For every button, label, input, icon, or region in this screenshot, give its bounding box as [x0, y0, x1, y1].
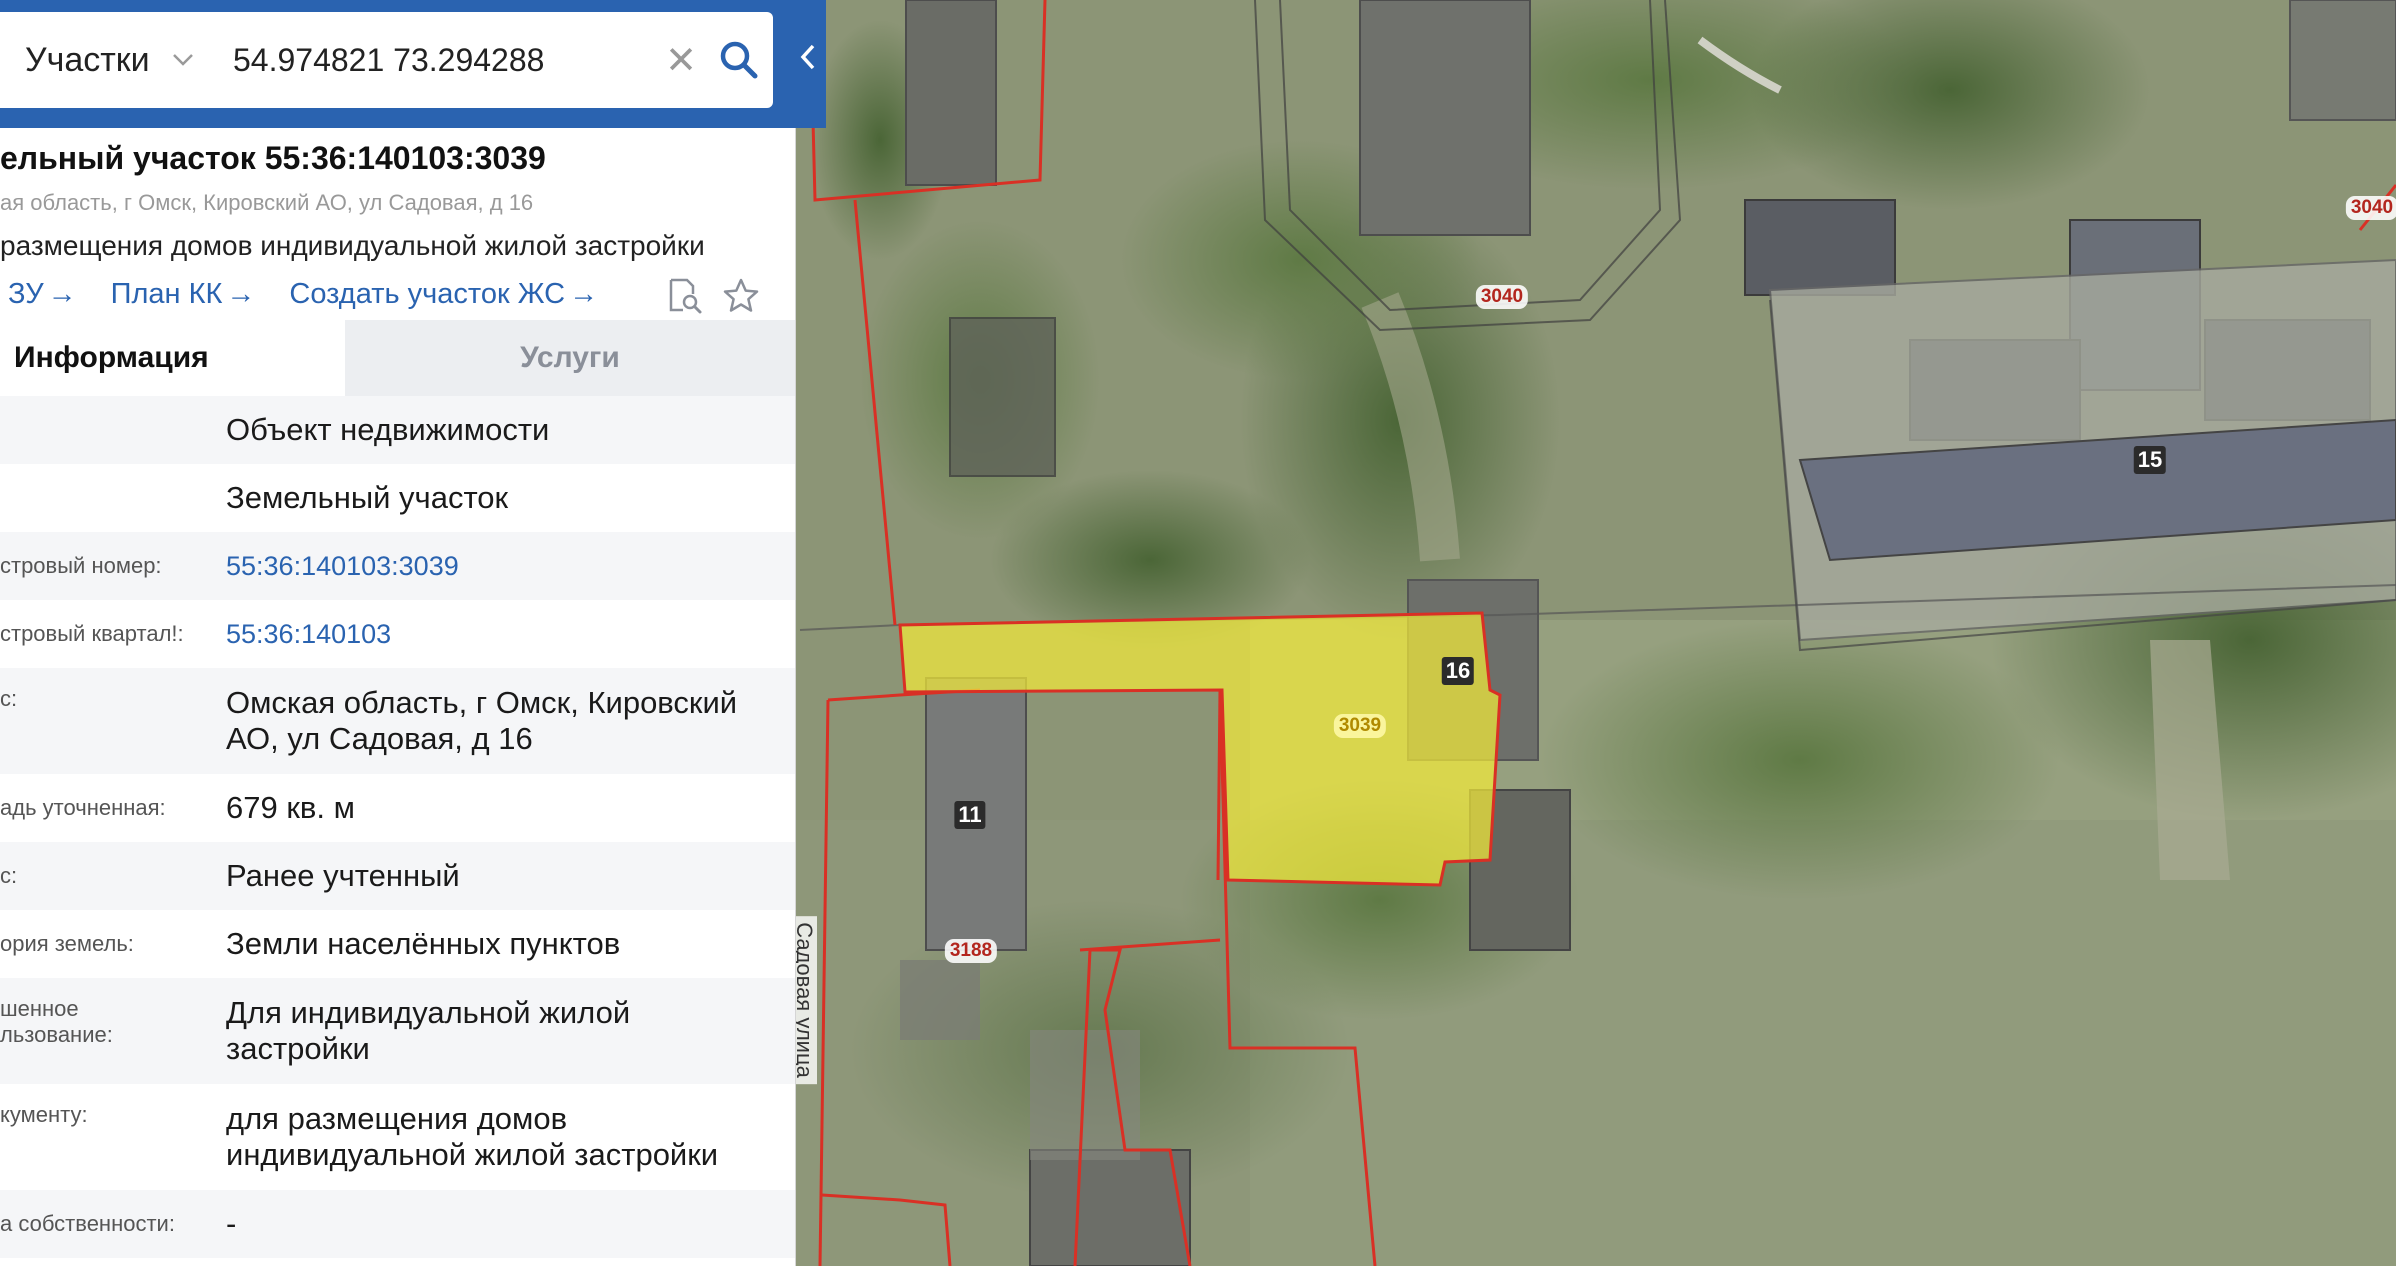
- info-row-cadastral-quarter: стровый квартал!: 55:36:140103: [0, 600, 795, 668]
- link-create-parcel-zhs[interactable]: Создать участок ЖС →: [289, 278, 598, 311]
- info-row-land-category: ория земель: Земли населённых пунктов: [0, 910, 795, 978]
- info-key: стровый номер:: [0, 553, 162, 578]
- info-value: -: [226, 1206, 237, 1241]
- action-links: ЗУ → План КК → Создать участок ЖС →: [8, 278, 632, 311]
- cadastral-quarter-link[interactable]: 55:36:140103: [226, 616, 795, 652]
- parcel-address: ая область, г Омск, Кировский АО, ул Сад…: [0, 190, 534, 215]
- info-value: для размещения домов индивидуальной жило…: [226, 1101, 719, 1172]
- link-zu[interactable]: ЗУ →: [8, 278, 77, 311]
- info-value: Ранее учтенный: [226, 858, 460, 893]
- panel-tabs: Информация Услуги: [0, 320, 795, 396]
- house-number-16: 16: [1441, 657, 1475, 685]
- info-key: ория земель:: [0, 931, 134, 956]
- info-row-ownership: а собственности: -: [0, 1190, 795, 1258]
- info-row-document-use: кументу: для размещения домов индивидуал…: [0, 1084, 795, 1190]
- info-value: Для индивидуальной жилой застройки: [226, 995, 631, 1066]
- parcel-label-3040[interactable]: 3040: [1475, 285, 1529, 309]
- info-row-area: адь уточненная: 679 кв. м: [0, 774, 795, 842]
- info-value: 679 кв. м: [226, 790, 355, 825]
- parcel-purpose: размещения домов индивидуальной жилой за…: [0, 230, 705, 261]
- info-row-cadastral-number: стровый номер: 55:36:140103:3039: [0, 532, 795, 600]
- info-value: Омская область, г Омск, Кировский АО, ул…: [226, 685, 738, 756]
- search-bar: Участки ✕: [0, 0, 826, 128]
- parcel-label-3040-east[interactable]: 3040: [2345, 196, 2396, 220]
- search-icon[interactable]: [717, 38, 761, 82]
- parcel-label-3188[interactable]: 3188: [944, 939, 998, 963]
- info-value: Земельный участок: [226, 480, 509, 515]
- clear-icon[interactable]: ✕: [663, 38, 699, 83]
- link-plan-kk[interactable]: План КК →: [111, 278, 256, 311]
- info-row-status: с: Ранее учтенный: [0, 842, 795, 910]
- house-number-15: 15: [2133, 446, 2167, 474]
- action-icons: [665, 276, 777, 316]
- parcel-label-3039[interactable]: 3039: [1333, 714, 1387, 738]
- chevron-down-icon: [172, 47, 194, 73]
- info-key: с:: [0, 686, 18, 711]
- document-search-icon[interactable]: [665, 276, 705, 316]
- info-row-permitted-use: шенное льзование: Для индивидуальной жил…: [0, 978, 795, 1084]
- search-box: Участки ✕: [0, 12, 773, 108]
- info-key: кументу:: [0, 1102, 88, 1127]
- chevron-left-icon: [798, 42, 818, 77]
- search-input[interactable]: [205, 30, 653, 90]
- cadastral-number-link[interactable]: 55:36:140103:3039: [226, 548, 795, 584]
- arrow-right-icon: →: [47, 278, 77, 310]
- info-row-object-kind: Земельный участок: [0, 464, 795, 532]
- parcel-info-panel: ельный участок 55:36:140103:3039 ая обла…: [0, 128, 796, 1266]
- info-key: а собственности:: [0, 1211, 175, 1236]
- tab-information[interactable]: Информация: [0, 320, 345, 396]
- info-value: Объект недвижимости: [226, 412, 550, 447]
- arrow-right-icon: →: [226, 278, 256, 310]
- layer-select[interactable]: Участки: [0, 12, 205, 108]
- info-value: Земли населённых пунктов: [226, 926, 621, 961]
- info-key: шенное льзование:: [0, 996, 113, 1047]
- star-icon[interactable]: [721, 276, 761, 316]
- info-row-object-type: Объект недвижимости: [0, 396, 795, 464]
- info-row-address: с: Омская область, г Омск, Кировский АО,…: [0, 668, 795, 774]
- layer-select-label: Участки: [25, 40, 150, 79]
- info-key: стровый квартал!:: [0, 621, 184, 646]
- info-key: с:: [0, 863, 18, 888]
- info-key: адь уточненная:: [0, 795, 166, 820]
- info-table: Объект недвижимости Земельный участок ст…: [0, 396, 795, 1258]
- arrow-right-icon: →: [569, 278, 599, 310]
- house-number-11: 11: [954, 801, 986, 829]
- collapse-panel-button[interactable]: [790, 34, 826, 84]
- parcel-title: ельный участок 55:36:140103:3039: [0, 140, 546, 176]
- tab-services[interactable]: Услуги: [345, 320, 795, 396]
